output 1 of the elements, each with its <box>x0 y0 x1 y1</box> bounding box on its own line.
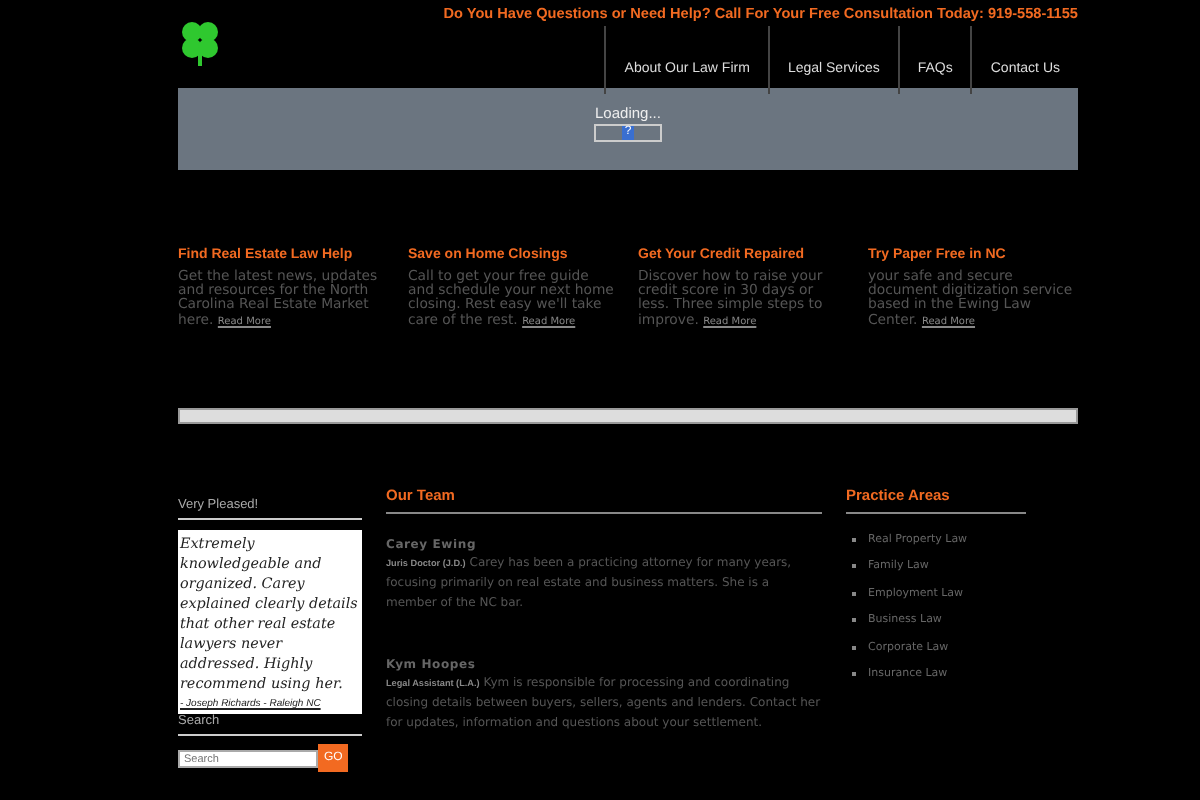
clover-logo-icon <box>178 20 222 68</box>
